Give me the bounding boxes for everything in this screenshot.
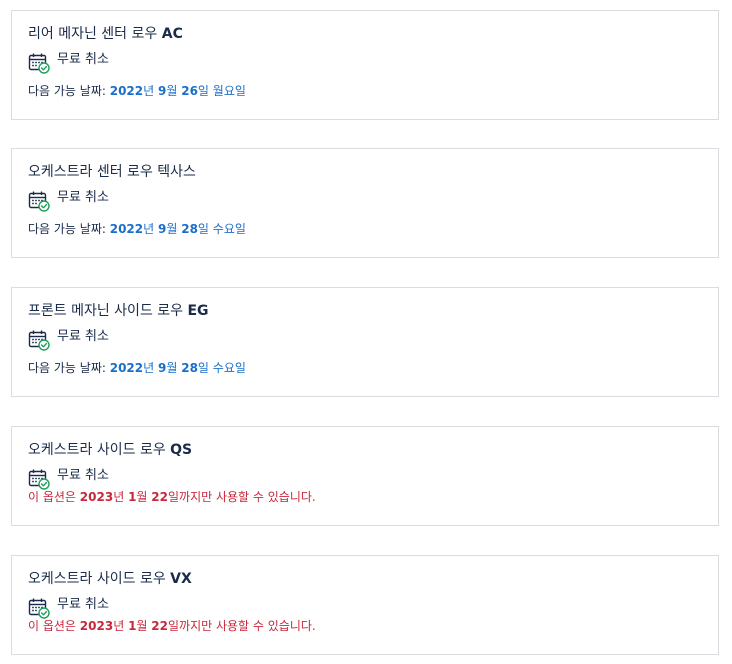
option-title: 오케스트라 센터 로우 텍사스 xyxy=(28,164,196,180)
option-title: 프론트 메자닌 사이드 로우 EG xyxy=(28,303,209,319)
option-title: 오케스트라 사이드 로우 VX xyxy=(28,571,192,587)
calendar-check-icon xyxy=(28,52,50,74)
calendar-check-icon xyxy=(28,190,50,212)
free-cancellation: 무료 취소 xyxy=(28,597,109,619)
option-title: 리어 메자닌 센터 로우 AC xyxy=(28,26,183,42)
free-cancellation: 무료 취소 xyxy=(28,190,109,212)
availability-limit-notice: 이 옵션은 2023년 1월 22일까지만 사용할 수 있습니다. xyxy=(28,490,316,504)
ticket-option-card[interactable]: 프론트 메자닌 사이드 로우 EG 무료 취소 다음 가능 날짜: 2022년 … xyxy=(11,287,719,397)
free-cancellation: 무료 취소 xyxy=(28,52,109,74)
cancel-label: 무료 취소 xyxy=(57,468,109,483)
ticket-option-card[interactable]: 오케스트라 센터 로우 텍사스 무료 취소 다음 가능 날짜: 2022년 9월… xyxy=(11,148,719,258)
cancel-label: 무료 취소 xyxy=(57,597,109,612)
calendar-check-icon xyxy=(28,329,50,351)
ticket-option-card[interactable]: 오케스트라 사이드 로우 QS 무료 취소 이 옵션은 2023년 1월 22일… xyxy=(11,426,719,526)
cancel-label: 무료 취소 xyxy=(57,329,109,344)
next-available-date: 다음 가능 날짜: 2022년 9월 26일 월요일 xyxy=(28,84,246,98)
cancel-label: 무료 취소 xyxy=(57,52,109,67)
free-cancellation: 무료 취소 xyxy=(28,329,109,351)
availability-limit-notice: 이 옵션은 2023년 1월 22일까지만 사용할 수 있습니다. xyxy=(28,619,316,633)
ticket-option-card[interactable]: 리어 메자닌 센터 로우 AC 무료 취소 다음 가능 날짜: 2022년 9월… xyxy=(11,10,719,120)
next-available-date: 다음 가능 날짜: 2022년 9월 28일 수요일 xyxy=(28,222,246,236)
calendar-check-icon xyxy=(28,597,50,619)
next-available-date: 다음 가능 날짜: 2022년 9월 28일 수요일 xyxy=(28,361,246,375)
option-title: 오케스트라 사이드 로우 QS xyxy=(28,442,193,458)
cancel-label: 무료 취소 xyxy=(57,190,109,205)
free-cancellation: 무료 취소 xyxy=(28,468,109,490)
calendar-check-icon xyxy=(28,468,50,490)
ticket-option-card[interactable]: 오케스트라 사이드 로우 VX 무료 취소 이 옵션은 2023년 1월 22일… xyxy=(11,555,719,655)
